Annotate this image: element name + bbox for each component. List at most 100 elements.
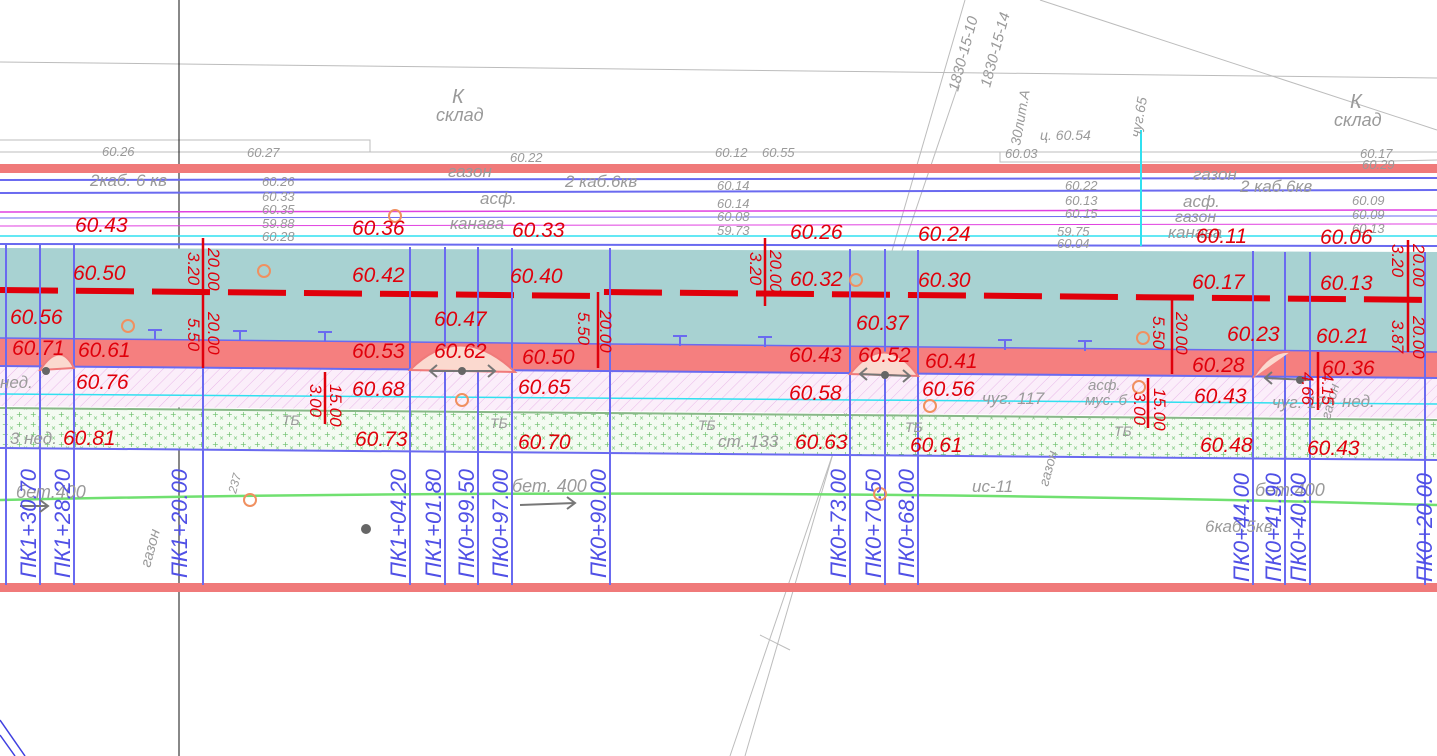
grey-elevations-label-12: 60.28 bbox=[262, 229, 295, 244]
green-utility-line bbox=[0, 492, 1437, 507]
label-mus: мус. б bbox=[1085, 392, 1127, 409]
dimensions-label-1: 3.20 bbox=[184, 252, 203, 286]
dimensions-label-15: 4.15 bbox=[1318, 372, 1337, 406]
label-gazon-top-right: газон bbox=[1193, 165, 1237, 184]
cad-map-canvas[interactable]: + × bbox=[0, 0, 1437, 756]
elevations-label-15: 60.47 bbox=[434, 308, 488, 331]
label-sklad-left: склад bbox=[436, 105, 484, 125]
pickets-label-7: ПК0+90.00 bbox=[586, 468, 611, 578]
elevations-label-36: 60.73 bbox=[355, 428, 408, 451]
pickets-label-6: ПК0+97.00 bbox=[488, 468, 513, 578]
grey-elevations-label-19: 60.15 bbox=[1065, 206, 1098, 221]
elevations-label-32: 60.58 bbox=[789, 382, 842, 405]
dimensions-label-3: 5.50 bbox=[184, 318, 203, 352]
grey-elevations-label-23: 60.09 bbox=[1352, 207, 1385, 222]
elevations-label-33: 60.56 bbox=[922, 378, 975, 401]
label-tb1: ТБ bbox=[282, 412, 300, 428]
elevations-label-27: 60.28 bbox=[1192, 354, 1245, 377]
grey-point-marker bbox=[361, 524, 371, 534]
grey-elevations-label-17: 60.22 bbox=[1065, 178, 1098, 193]
elevations-label-7: 60.50 bbox=[73, 262, 126, 285]
label-tb2: ТБ bbox=[490, 415, 508, 431]
elevations-label-21: 60.53 bbox=[352, 340, 405, 363]
elevations-label-12: 60.17 bbox=[1192, 271, 1246, 294]
elevations-label-24: 60.43 bbox=[789, 344, 842, 367]
pickets-label-10: ПК0+68.00 bbox=[894, 468, 919, 578]
elevations-label-9: 60.40 bbox=[510, 265, 563, 288]
label-gazon-top: газон bbox=[448, 162, 492, 181]
pickets-label-8: ПК0+73.00 bbox=[826, 468, 851, 578]
elevations-label-31: 60.65 bbox=[518, 376, 571, 399]
dimensions-label-7: 5.50 bbox=[574, 312, 593, 346]
grey-elevations-label-3: 60.12 bbox=[715, 145, 748, 160]
elevations-label-34: 60.43 bbox=[1194, 385, 1247, 408]
grey-elevations-label-1: 60.27 bbox=[247, 145, 280, 160]
grey-elevations-label-21: 60.04 bbox=[1057, 236, 1090, 251]
elevations-label-23: 60.50 bbox=[522, 346, 575, 369]
red-alignment-bottom bbox=[0, 583, 1437, 592]
label-st133: ст. 133 bbox=[718, 432, 779, 451]
pickets-label-4: ПК1+01.80 bbox=[421, 468, 446, 578]
elevations-label-26: 60.41 bbox=[925, 350, 978, 373]
elevations-label-30: 60.68 bbox=[352, 378, 405, 401]
pickets-label-3: ПК1+04.20 bbox=[386, 468, 411, 578]
pickets-label-14: ПК0+20.00 bbox=[1412, 472, 1437, 582]
elevations-label-8: 60.42 bbox=[352, 264, 405, 287]
label-ic11: ис-11 bbox=[972, 477, 1013, 496]
elevations-label-14: 60.56 bbox=[10, 306, 63, 329]
pickets-label-9: ПК0+70.50 bbox=[861, 468, 886, 578]
label-chug65: чуг.65 bbox=[1127, 96, 1150, 139]
blue-corner-fragment bbox=[0, 719, 26, 756]
elevations-label-6: 60.06 bbox=[1320, 226, 1373, 249]
elevations-label-25: 60.52 bbox=[858, 344, 911, 367]
label-kab-right: 2 каб.6кв bbox=[1239, 177, 1312, 196]
label-kab-left: 2каб. 6 кв bbox=[89, 171, 167, 190]
pickets-label-12: ПК0+41.90 bbox=[1261, 472, 1286, 582]
elevations-label-0: 60.43 bbox=[75, 214, 128, 237]
elevations-label-20: 60.61 bbox=[78, 339, 131, 362]
elevations-label-10: 60.32 bbox=[790, 268, 843, 291]
dimensions-label-11: 3.00 bbox=[1130, 392, 1149, 426]
label-parcel-1: 1830-15-10 bbox=[945, 14, 981, 93]
grey-elevations-label-13: 60.14 bbox=[717, 178, 750, 193]
elevations-label-35: 60.81 bbox=[63, 427, 116, 450]
elevations-label-5: 60.11 bbox=[1196, 225, 1247, 248]
dimensions-label-12: 20.00 bbox=[1172, 311, 1191, 355]
label-ned-right: нед. bbox=[1342, 392, 1375, 411]
dimensions-label-8: 20.00 bbox=[596, 309, 615, 353]
label-237: 237 bbox=[225, 471, 244, 496]
elevations-label-37: 60.70 bbox=[518, 431, 571, 454]
elevations-label-16: 60.37 bbox=[856, 312, 910, 335]
label-gazon-right2: газон bbox=[1175, 209, 1216, 226]
dimensions-label-4: 15.00 bbox=[326, 384, 345, 427]
grey-elevations-label-15: 60.08 bbox=[717, 209, 750, 224]
dimensions-label-17: 3.20 bbox=[1388, 244, 1407, 278]
label-bet400-mid: бет. 400 bbox=[512, 476, 587, 496]
pickets-label-5: ПК0+99.50 bbox=[454, 468, 479, 578]
elevations-label-41: 60.43 bbox=[1307, 437, 1360, 460]
dimensions-label-16: 20.00 bbox=[1409, 243, 1428, 287]
elevations-label-2: 60.33 bbox=[512, 219, 565, 242]
elevations-label-29: 60.76 bbox=[76, 371, 129, 394]
grey-elevations-label-8: 60.26 bbox=[262, 174, 295, 189]
dimensions-label-0: 20.00 bbox=[204, 247, 223, 291]
elevations-label-18: 60.21 bbox=[1316, 325, 1369, 348]
elevations-label-40: 60.48 bbox=[1200, 434, 1253, 457]
label-tb3: ТБ bbox=[698, 417, 716, 433]
label-ned-left: нед. bbox=[0, 373, 33, 392]
pickets-label-1: ПК1+28.20 bbox=[50, 468, 75, 578]
elevations-label-38: 60.63 bbox=[795, 431, 848, 454]
grey-elevations-label-16: 59.73 bbox=[717, 223, 750, 238]
elevations-label-19: 60.71 bbox=[12, 337, 65, 360]
label-sklad-right: склад bbox=[1334, 110, 1382, 130]
dimensions-label-2: 20.00 bbox=[204, 311, 223, 355]
label-kab-mid: 2 каб.6кв bbox=[564, 172, 637, 191]
dimensions-label-19: 20.00 bbox=[1409, 315, 1428, 359]
grey-elevations-label-2: 60.22 bbox=[510, 150, 543, 165]
grey-elevations-label-22: 60.09 bbox=[1352, 193, 1385, 208]
grey-elevations-label-5: 60.03 bbox=[1005, 146, 1038, 161]
pickets-label-11: ПК0+44.00 bbox=[1229, 472, 1254, 582]
grey-elevations-label-4: 60.55 bbox=[762, 145, 795, 160]
pickets-label-0: ПК1+30.70 bbox=[16, 468, 41, 578]
elevations-label-13: 60.13 bbox=[1320, 272, 1373, 295]
